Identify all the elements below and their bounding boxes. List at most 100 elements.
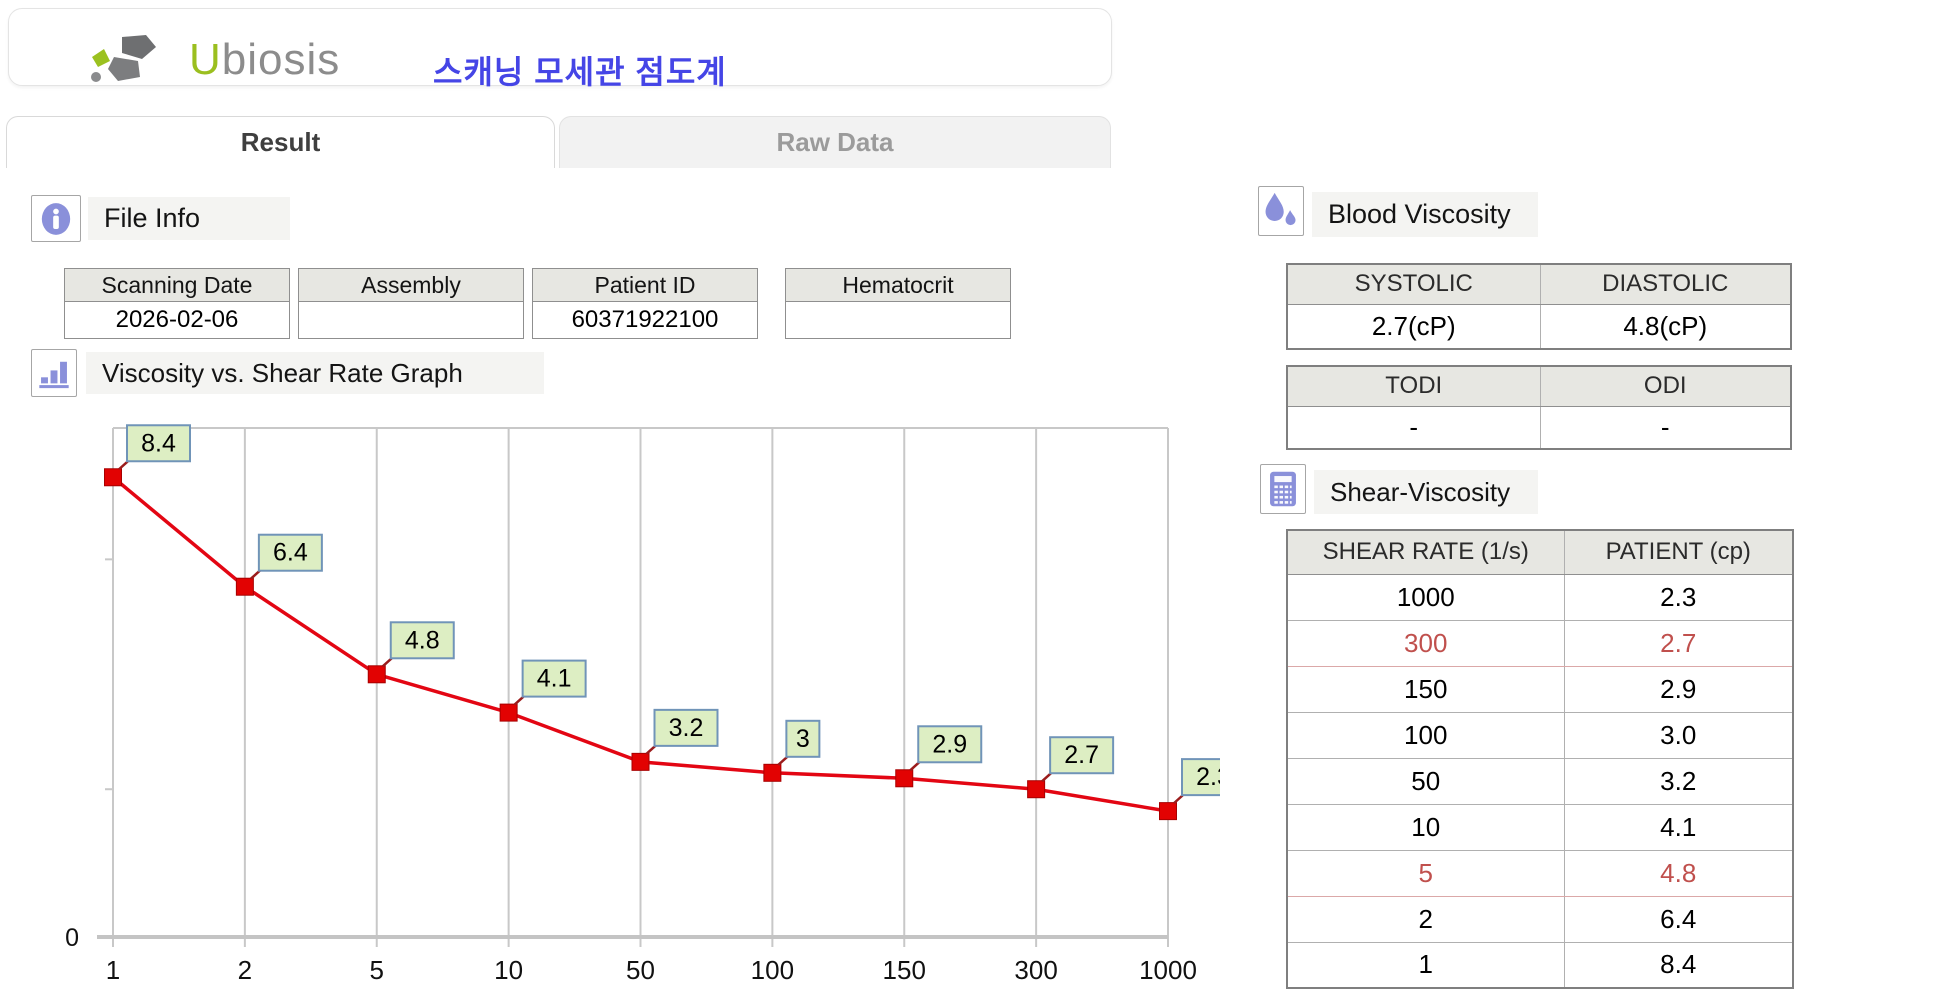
data-point-marker (500, 704, 517, 721)
y-zero-label: 0 (65, 924, 79, 952)
table-row: 5 4.8 (1287, 850, 1793, 896)
x-tick-label: 5 (370, 955, 384, 985)
todi-odi-table: TODI ODI - - (1286, 365, 1792, 450)
patient-cell: 4.8 (1564, 850, 1793, 896)
patient-cell: 3.0 (1564, 712, 1793, 758)
data-label: 2.9 (932, 730, 967, 758)
field-scanning-date-value: 2026-02-06 (65, 302, 289, 338)
shear-rate-cell: 5 (1287, 850, 1564, 896)
field-assembly: Assembly (298, 268, 524, 339)
shear-viscosity-section-title: Shear-Viscosity (1314, 470, 1538, 514)
tab-raw-data[interactable]: Raw Data (559, 116, 1111, 168)
patient-cell: 4.1 (1564, 804, 1793, 850)
data-label: 6.4 (273, 539, 308, 567)
data-point-marker (368, 666, 385, 683)
patient-cell: 2.3 (1564, 574, 1793, 620)
data-label: 4.8 (405, 626, 440, 654)
field-patient-id: Patient ID 60371922100 (532, 268, 758, 339)
data-label: 4.1 (537, 665, 572, 693)
shear-rate-cell: 100 (1287, 712, 1564, 758)
data-point-marker (632, 753, 649, 770)
data-point-marker (764, 764, 781, 781)
x-tick-label: 2 (238, 955, 252, 985)
shear-rate-header: SHEAR RATE (1/s) (1287, 530, 1564, 574)
shear-rate-cell: 2 (1287, 896, 1564, 942)
shear-rate-cell: 10 (1287, 804, 1564, 850)
shear-rate-cell: 1 (1287, 942, 1564, 988)
field-hematocrit: Hematocrit (785, 268, 1011, 339)
table-row: 10 4.1 (1287, 804, 1793, 850)
blood-viscosity-section-title: Blood Viscosity (1312, 192, 1538, 237)
shear-rate-cell: 300 (1287, 620, 1564, 666)
patient-cell: 2.9 (1564, 666, 1793, 712)
chart-canvas: 8.4 6.4 4.8 4.1 3.2 3 2.9 2.7 2.3 1 2 5 10 50 100 150 30… (40, 410, 1220, 995)
bar-chart-icon (35, 353, 73, 393)
field-hematocrit-value (786, 302, 1010, 338)
field-assembly-value (299, 302, 523, 338)
shear-viscosity-icon-box (1260, 464, 1306, 514)
graph-section-title: Viscosity vs. Shear Rate Graph (86, 352, 544, 394)
odi-value: - (1540, 406, 1791, 449)
data-point-marker (105, 469, 122, 486)
app-title-korean: 스캐닝 모세관 점도계 (433, 47, 727, 93)
graph-icon-box (31, 349, 77, 397)
water-drops-icon (1261, 190, 1301, 232)
shear-viscosity-table: SHEAR RATE (1/s) PATIENT (cp) 1000 2.3 3… (1286, 529, 1794, 989)
data-point-marker (1028, 781, 1045, 798)
data-label: 3.2 (669, 714, 704, 742)
field-patient-id-value: 60371922100 (533, 302, 757, 338)
table-row: 150 2.9 (1287, 666, 1793, 712)
field-scanning-date: Scanning Date 2026-02-06 (64, 268, 290, 339)
data-point-marker (236, 578, 253, 595)
calculator-icon (1264, 468, 1302, 510)
info-circle-icon (36, 199, 76, 239)
diastolic-header: DIASTOLIC (1540, 264, 1791, 304)
data-label: 2.3 (1196, 763, 1220, 791)
todi-value: - (1287, 406, 1540, 449)
tab-result[interactable]: Result (6, 116, 555, 168)
patient-header: PATIENT (cp) (1564, 530, 1793, 574)
data-point-marker (1160, 803, 1177, 820)
x-tick-label: 1 (106, 955, 120, 985)
logo-letter-u: U (189, 35, 222, 84)
blood-viscosity-table: SYSTOLIC DIASTOLIC 2.7(cP) 4.8(cP) (1286, 263, 1792, 350)
x-tick-label: 300 (1014, 955, 1057, 985)
patient-cell: 8.4 (1564, 942, 1793, 988)
viscosity-shear-rate-chart: 8.4 6.4 4.8 4.1 3.2 3 2.9 2.7 2.3 1 2 5 10 50 100 150 30… (40, 410, 1220, 995)
table-row: 1 8.4 (1287, 942, 1793, 988)
x-tick-label: 100 (751, 955, 794, 985)
app-header: Ubiosis 스캐닝 모세관 점도계 (8, 8, 1112, 86)
table-row: 100 3.0 (1287, 712, 1793, 758)
systolic-value: 2.7(cP) (1287, 304, 1540, 349)
patient-cell: 2.7 (1564, 620, 1793, 666)
logo-text: Ubiosis (189, 35, 340, 85)
x-tick-label: 1000 (1139, 955, 1197, 985)
todi-header: TODI (1287, 366, 1540, 406)
data-label: 2.7 (1064, 741, 1099, 769)
odi-header: ODI (1540, 366, 1791, 406)
x-tick-label: 50 (626, 955, 655, 985)
data-label: 3 (796, 725, 810, 753)
table-row: 2 6.4 (1287, 896, 1793, 942)
patient-cell: 3.2 (1564, 758, 1793, 804)
field-assembly-label: Assembly (299, 269, 523, 302)
systolic-header: SYSTOLIC (1287, 264, 1540, 304)
tab-result-label: Result (241, 127, 320, 158)
logo-letters-rest: biosis (222, 35, 341, 84)
file-info-icon (31, 195, 81, 242)
tab-raw-data-label: Raw Data (776, 127, 893, 158)
x-tick-label: 10 (494, 955, 523, 985)
table-row: 300 2.7 (1287, 620, 1793, 666)
shear-rate-cell: 50 (1287, 758, 1564, 804)
table-row: 50 3.2 (1287, 758, 1793, 804)
shear-rate-cell: 1000 (1287, 574, 1564, 620)
field-hematocrit-label: Hematocrit (786, 269, 1010, 302)
data-label: 8.4 (141, 429, 176, 457)
blood-viscosity-icon-box (1258, 186, 1304, 236)
patient-cell: 6.4 (1564, 896, 1793, 942)
ubiosis-logo-icon (84, 35, 180, 87)
shear-rate-cell: 150 (1287, 666, 1564, 712)
diastolic-value: 4.8(cP) (1540, 304, 1791, 349)
field-scanning-date-label: Scanning Date (65, 269, 289, 302)
x-tick-label: 150 (883, 955, 926, 985)
